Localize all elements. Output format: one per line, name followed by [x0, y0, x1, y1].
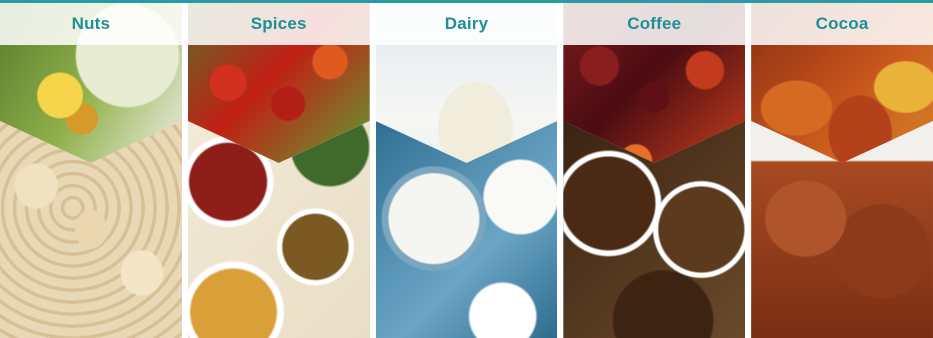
category-label-bar: Cocoa	[751, 3, 933, 45]
category-card-nuts[interactable]: Nuts	[0, 3, 182, 338]
category-label: Coffee	[627, 14, 682, 33]
category-label-bar: Dairy	[375, 3, 558, 45]
category-label: Dairy	[444, 14, 489, 33]
category-card-coffee[interactable]: Coffee	[563, 3, 746, 338]
category-label-bar: Nuts	[0, 3, 182, 45]
category-label-bar: Spices	[187, 3, 370, 45]
category-card-cocoa[interactable]: Cocoa	[751, 3, 933, 338]
category-label: Cocoa	[815, 14, 869, 33]
category-label-bar: Coffee	[563, 3, 746, 45]
category-strip: Nuts Spices Dairy Coffee Cocoa	[0, 0, 933, 338]
category-card-spices[interactable]: Spices	[187, 3, 370, 338]
category-label: Spices	[250, 14, 307, 33]
category-card-dairy[interactable]: Dairy	[375, 3, 558, 338]
category-label: Nuts	[71, 14, 111, 33]
